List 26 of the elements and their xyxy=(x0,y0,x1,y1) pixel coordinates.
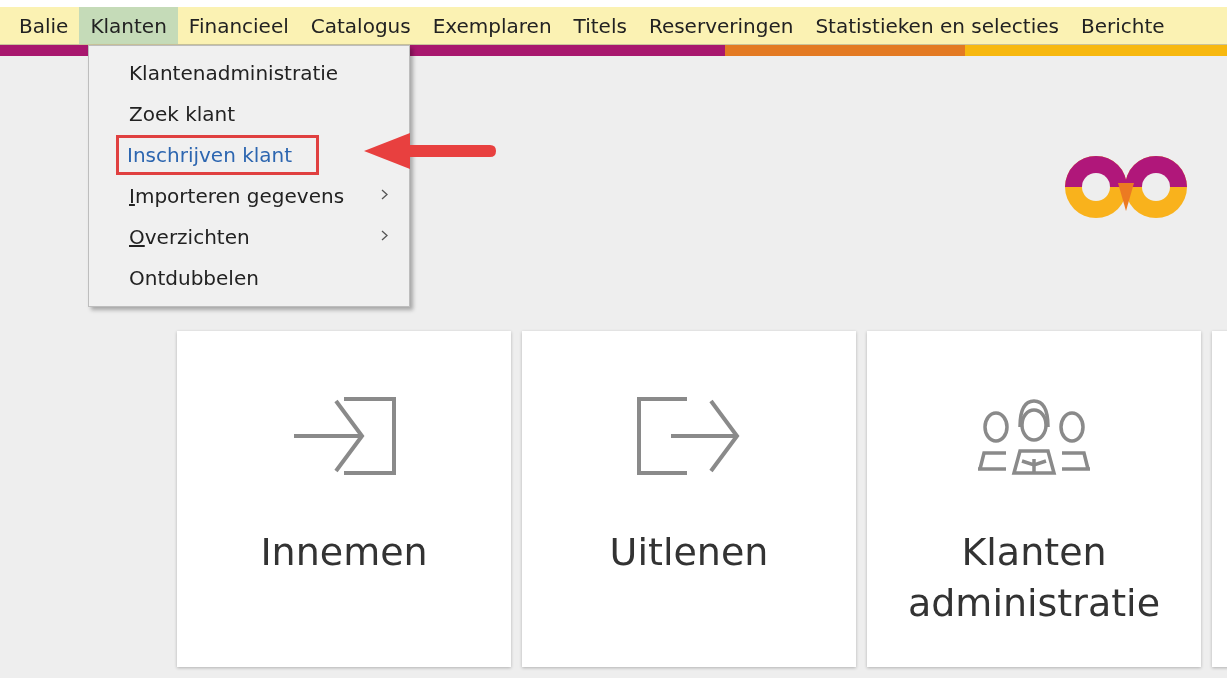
menu-item[interactable]: Importeren gegevens xyxy=(129,179,345,212)
menu-item[interactable]: Inschrijven klant xyxy=(119,137,317,172)
menu-bar-item[interactable]: Catalogus xyxy=(299,7,422,44)
menu-bar-item[interactable]: Titels xyxy=(562,7,638,44)
sign-out-icon xyxy=(637,397,741,475)
arrow-icon xyxy=(362,131,498,171)
chevron-right-icon xyxy=(381,189,388,200)
chevron-right-icon xyxy=(381,230,388,241)
tile-label: Innemen xyxy=(259,529,429,576)
menu-item[interactable]: Zoek klant xyxy=(129,97,236,130)
menu-item[interactable]: Klantenadministratie xyxy=(129,56,339,89)
menu-bar-item[interactable]: Financieel xyxy=(177,7,300,44)
menu-item[interactable]: Ontdubbelen xyxy=(129,261,259,294)
menu-bar-item[interactable]: Klanten xyxy=(79,7,178,44)
menu-bar-item[interactable]: Balie xyxy=(8,7,80,44)
menu-item[interactable]: Overzichten xyxy=(129,220,250,253)
sign-in-icon xyxy=(292,397,396,475)
menu-bar-item[interactable]: Berichte xyxy=(1070,7,1176,44)
menu-bar-item[interactable]: Statistieken en selecties xyxy=(804,7,1070,44)
tile-card[interactable]: Innemen xyxy=(177,331,511,667)
tile-label: Uitlenen xyxy=(608,529,770,576)
menu-bar-item[interactable]: Exemplaren xyxy=(421,7,563,44)
tile-card[interactable]: Klanten administratie xyxy=(867,331,1201,667)
tile-card[interactable]: Uitlenen xyxy=(522,331,856,667)
tile-label: Klanten administratie xyxy=(906,529,1162,628)
menu-bar-item[interactable]: Reserveringen xyxy=(637,7,805,44)
